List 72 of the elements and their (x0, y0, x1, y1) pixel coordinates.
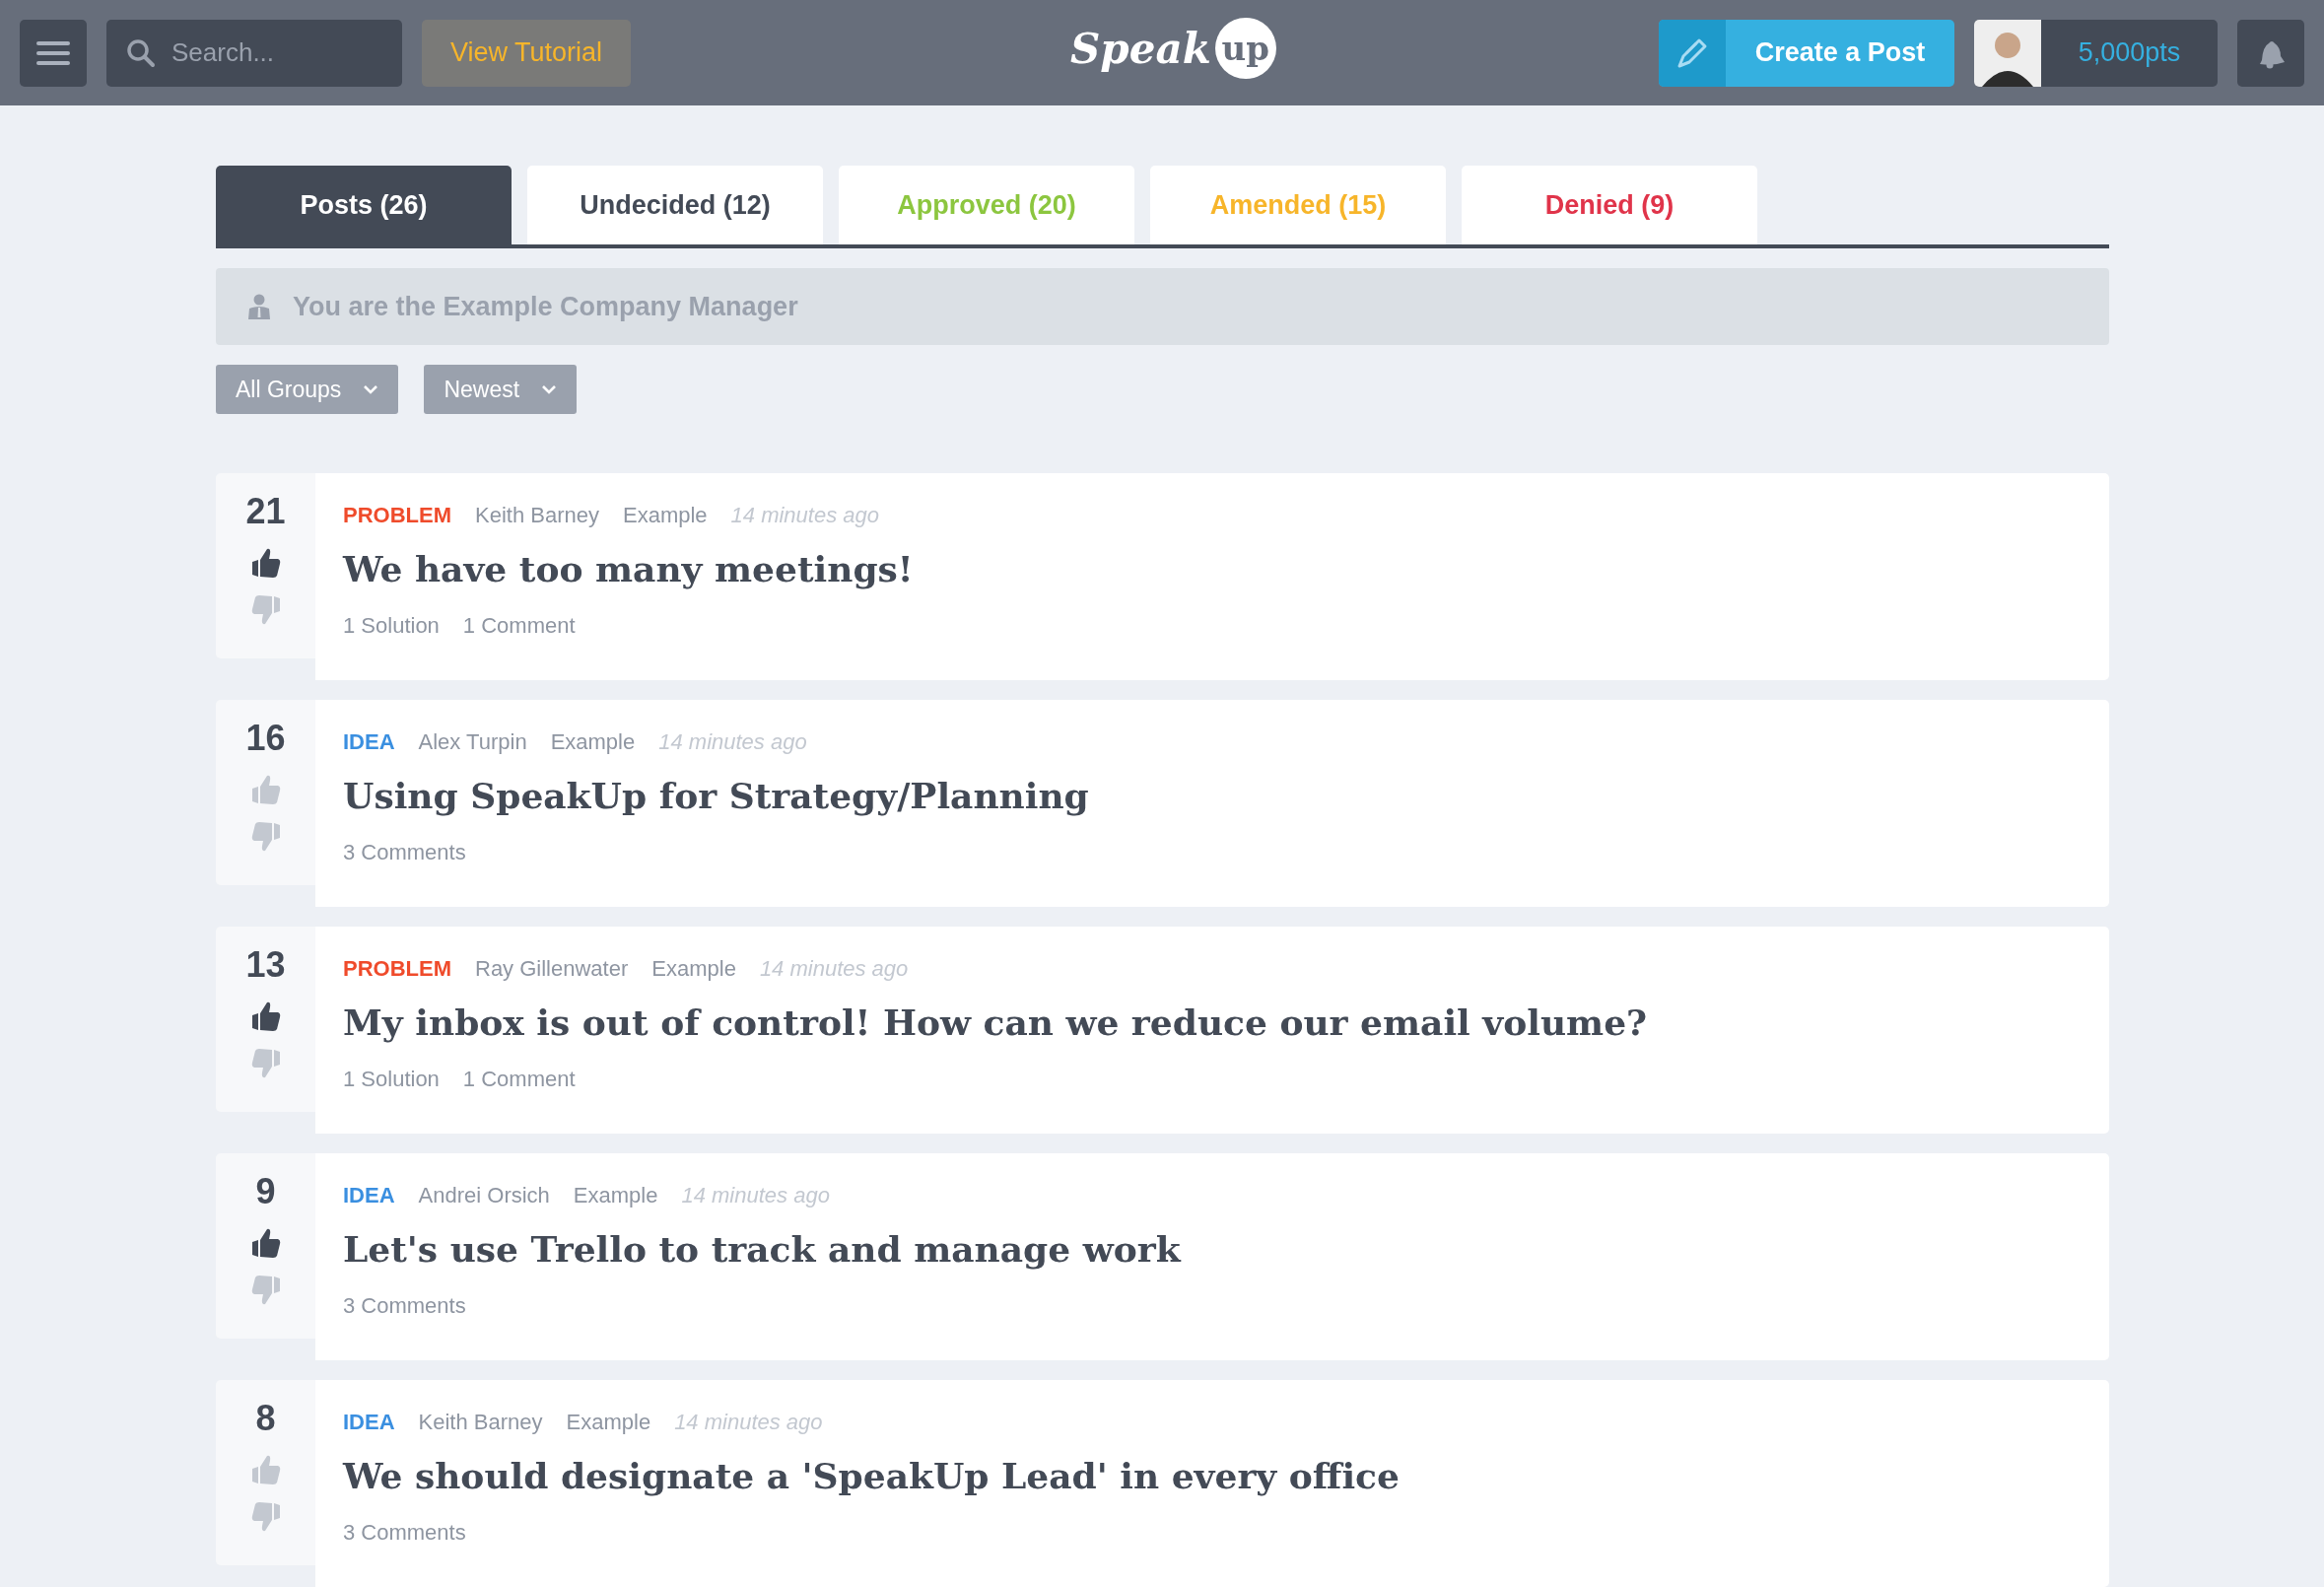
filter-dropdown[interactable]: All Groups (216, 365, 399, 414)
group-name[interactable]: Example (550, 729, 636, 755)
post-type-label: PROBLEM (343, 503, 451, 528)
menu-button[interactable] (20, 19, 87, 87)
notifications-button[interactable] (2237, 19, 2304, 87)
post-title[interactable]: We should designate a 'SpeakUp Lead' in every office (343, 1455, 2082, 1496)
post-title[interactable]: Let's use Trello to track and manage work (343, 1228, 2082, 1270)
post-type-label: IDEA (343, 1410, 395, 1435)
thumbs-down-icon[interactable] (249, 1500, 282, 1534)
group-name[interactable]: Example (573, 1183, 658, 1208)
thumbs-down-icon[interactable] (249, 1047, 282, 1080)
view-tutorial-button[interactable]: View Tutorial (422, 19, 631, 87)
thumbs-up-icon[interactable] (249, 1000, 282, 1033)
thumbs-up-icon[interactable] (249, 546, 282, 580)
thumbs-down-icon[interactable] (249, 1274, 282, 1307)
post-time: 14 minutes ago (759, 956, 909, 982)
vote-count: 8 (255, 1398, 276, 1439)
post-time: 14 minutes ago (681, 1183, 830, 1208)
profile-points-button[interactable]: 5,000pts (1974, 19, 2218, 87)
status-tab[interactable]: Amended (15) (1150, 166, 1446, 244)
person-icon (247, 294, 271, 319)
role-banner: You are the Example Company Manager (216, 268, 2109, 345)
status-tab[interactable]: Approved (20) (839, 166, 1134, 244)
vote-count: 13 (245, 944, 286, 986)
post-title[interactable]: Using SpeakUp for Strategy/Planning (343, 775, 2082, 816)
post-card[interactable]: PROBLEM Ray Gillenwater Example 14 minutes ago My inbox is out of control! How can we reduce our email volume? 1 Solution 1 Comment (315, 927, 2109, 1134)
menu-icon (36, 39, 70, 66)
status-tab[interactable]: Denied (9) (1462, 166, 1757, 244)
chevron-down-icon (363, 384, 379, 394)
avatar (1974, 19, 2041, 87)
post-type-label: PROBLEM (343, 956, 451, 982)
post-stat[interactable]: 3 Comments (343, 1293, 466, 1319)
thumbs-up-icon[interactable] (249, 1226, 282, 1260)
post-time: 14 minutes ago (730, 503, 879, 528)
post-title[interactable]: We have too many meetings! (343, 548, 2082, 589)
group-name[interactable]: Example (622, 503, 708, 528)
post-card[interactable]: IDEA Andrei Orsich Example 14 minutes ago Let's use Trello to track and manage work 3 Comments (315, 1153, 2109, 1360)
group-name[interactable]: Example (566, 1410, 651, 1435)
search-field[interactable]: Search... (106, 19, 402, 87)
thumbs-down-icon[interactable] (249, 820, 282, 854)
post-stat[interactable]: 3 Comments (343, 840, 466, 865)
post-time: 14 minutes ago (674, 1410, 823, 1435)
group-name[interactable]: Example (651, 956, 736, 982)
post-stat[interactable]: 1 Solution (343, 613, 440, 639)
logo: Speak up (1070, 18, 1276, 79)
thumbs-up-icon[interactable] (249, 773, 282, 806)
author-name[interactable]: Keith Barney (418, 1410, 543, 1435)
author-name[interactable]: Alex Turpin (418, 729, 527, 755)
author-name[interactable]: Andrei Orsich (418, 1183, 550, 1208)
post-card[interactable]: IDEA Alex Turpin Example 14 minutes ago Using SpeakUp for Strategy/Planning 3 Comments (315, 700, 2109, 907)
chevron-down-icon (541, 384, 558, 394)
filter-dropdown[interactable]: Newest (424, 365, 578, 414)
post-stat[interactable]: 3 Comments (343, 1520, 466, 1546)
status-tab[interactable]: Posts (26) (216, 166, 512, 244)
thumbs-down-icon[interactable] (249, 593, 282, 627)
post-stat[interactable]: 1 Comment (462, 1067, 576, 1092)
thumbs-up-icon[interactable] (249, 1453, 282, 1486)
create-post-button[interactable]: Create a Post (1659, 19, 1954, 87)
author-name[interactable]: Keith Barney (475, 503, 599, 528)
vote-count: 16 (245, 718, 286, 759)
post-type-label: IDEA (343, 1183, 395, 1208)
post-time: 14 minutes ago (658, 729, 807, 755)
post-title[interactable]: My inbox is out of control! How can we reduce our email volume? (343, 1001, 2082, 1043)
vote-count: 9 (255, 1171, 276, 1212)
post-stat[interactable]: 1 Solution (343, 1067, 440, 1092)
post-stat[interactable]: 1 Comment (462, 613, 576, 639)
post-card[interactable]: IDEA Keith Barney Example 14 minutes ago We should designate a 'SpeakUp Lead' in every office 3 Comments (315, 1380, 2109, 1587)
vote-count: 21 (245, 491, 286, 532)
status-tab[interactable]: Undecided (12) (527, 166, 823, 244)
post-type-label: IDEA (343, 729, 395, 755)
author-name[interactable]: Ray Gillenwater (475, 956, 629, 982)
post-card[interactable]: PROBLEM Keith Barney Example 14 minutes ago We have too many meetings! 1 Solution 1 Comment (315, 473, 2109, 680)
